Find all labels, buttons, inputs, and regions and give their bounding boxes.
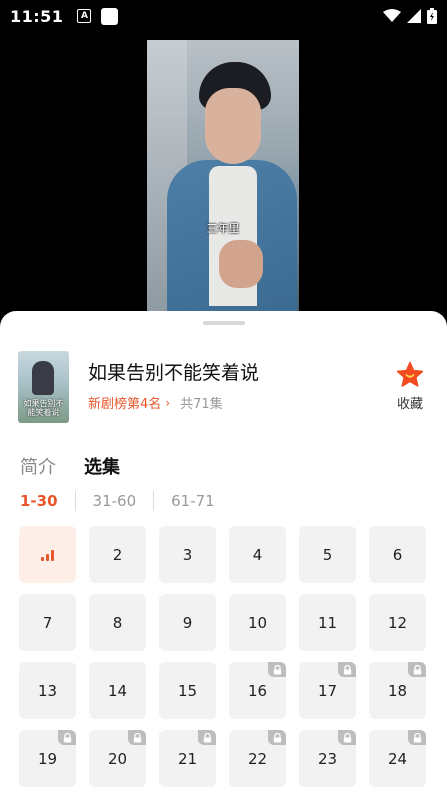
episode-number: 6 — [392, 545, 403, 564]
episode-tile[interactable]: 16 — [229, 662, 286, 719]
poster-figure — [32, 361, 54, 395]
episode-tile[interactable]: 9 — [159, 594, 216, 651]
video-player[interactable]: 三年里 — [147, 40, 299, 312]
episode-number: 7 — [42, 613, 53, 632]
battery-icon — [427, 8, 437, 24]
episode-tile[interactable]: 20 — [89, 730, 146, 787]
lock-icon — [408, 662, 426, 677]
video-figure-hand — [219, 240, 263, 288]
episode-tile[interactable] — [19, 526, 76, 583]
favorite-button[interactable]: 收藏 — [391, 361, 429, 412]
episode-number: 10 — [247, 613, 268, 632]
episode-range-selector: 1-30 31-60 61-71 — [20, 491, 215, 511]
episode-tile[interactable]: 10 — [229, 594, 286, 651]
chevron-right-icon: › — [165, 395, 171, 410]
range-divider — [74, 491, 76, 511]
episode-sheet: 如果告别不能笑着说 如果告别不能笑着说 新剧榜第4名 › 共71集 收藏 简介 … — [0, 311, 447, 794]
range-divider — [153, 491, 155, 511]
episode-number: 19 — [37, 749, 58, 768]
notification-app-icon — [101, 7, 119, 25]
episode-number: 21 — [177, 749, 198, 768]
status-bar: 11:51 A — [0, 0, 447, 32]
episode-tile[interactable]: 23 — [299, 730, 356, 787]
episode-number: 9 — [182, 613, 193, 632]
lock-icon — [198, 730, 216, 745]
lock-icon — [58, 730, 76, 745]
episode-number: 3 — [182, 545, 193, 564]
lock-icon — [338, 662, 356, 677]
lock-icon — [408, 730, 426, 745]
video-subtitle: 三年里 — [206, 222, 240, 235]
star-icon — [396, 361, 424, 387]
episode-number: 22 — [247, 749, 268, 768]
episode-tile[interactable]: 14 — [89, 662, 146, 719]
wifi-icon — [383, 9, 401, 22]
sheet-tabs: 简介 选集 — [20, 453, 120, 479]
drama-poster[interactable]: 如果告别不能笑着说 — [18, 351, 69, 423]
episode-number: 18 — [387, 681, 408, 700]
episode-tile[interactable]: 22 — [229, 730, 286, 787]
episode-tile[interactable]: 24 — [369, 730, 426, 787]
episode-number: 24 — [387, 749, 408, 768]
episode-number: 16 — [247, 681, 268, 700]
episode-number: 11 — [317, 613, 338, 632]
lock-icon — [338, 730, 356, 745]
episode-number: 14 — [107, 681, 128, 700]
sheet-drag-handle[interactable] — [203, 321, 245, 325]
episode-tile[interactable]: 7 — [19, 594, 76, 651]
episode-grid: 2 3 4 5 6 7 8 9 10 11 12 13 14 15 16 17 18 19 20 21 22 23 24 — [19, 526, 426, 787]
tab-intro[interactable]: 简介 — [20, 453, 56, 479]
signal-icon — [407, 9, 421, 23]
episode-number: 15 — [177, 681, 198, 700]
episode-number: 23 — [317, 749, 338, 768]
episode-tile[interactable]: 6 — [369, 526, 426, 583]
drama-meta: 新剧榜第4名 › 共71集 — [88, 393, 223, 413]
tab-episodes[interactable]: 选集 — [84, 453, 120, 479]
episode-number: 13 — [37, 681, 58, 700]
episode-tile[interactable]: 15 — [159, 662, 216, 719]
episode-number: 8 — [112, 613, 123, 632]
episode-tile[interactable]: 21 — [159, 730, 216, 787]
episode-tile[interactable]: 3 — [159, 526, 216, 583]
episode-number: 5 — [322, 545, 333, 564]
episode-tile[interactable]: 18 — [369, 662, 426, 719]
range-61-71[interactable]: 61-71 — [171, 492, 215, 510]
episode-tile[interactable]: 11 — [299, 594, 356, 651]
episode-tile[interactable]: 12 — [369, 594, 426, 651]
episode-number: 4 — [252, 545, 263, 564]
episode-tile[interactable]: 8 — [89, 594, 146, 651]
episode-number: 2 — [112, 545, 123, 564]
drama-info: 如果告别不能笑着说 如果告别不能笑着说 新剧榜第4名 › 共71集 收藏 — [18, 351, 429, 423]
favorite-label: 收藏 — [396, 397, 423, 412]
range-1-30[interactable]: 1-30 — [20, 492, 58, 510]
status-time: 11:51 — [10, 6, 64, 26]
drama-title: 如果告别不能笑着说 — [88, 362, 260, 384]
range-31-60[interactable]: 31-60 — [93, 492, 137, 510]
rank-link[interactable]: 新剧榜第4名 — [88, 393, 161, 412]
episode-tile[interactable]: 17 — [299, 662, 356, 719]
episode-tile[interactable]: 19 — [19, 730, 76, 787]
episode-number: 17 — [317, 681, 338, 700]
episode-number: 20 — [107, 749, 128, 768]
playing-bars-icon — [40, 549, 54, 561]
episode-count: 共71集 — [180, 397, 223, 412]
episode-number: 12 — [387, 613, 408, 632]
lock-icon — [268, 730, 286, 745]
lock-icon — [268, 662, 286, 677]
episode-tile[interactable]: 2 — [89, 526, 146, 583]
episode-tile[interactable]: 13 — [19, 662, 76, 719]
episode-tile[interactable]: 5 — [299, 526, 356, 583]
video-figure-face — [205, 88, 261, 164]
lock-icon — [128, 730, 146, 745]
poster-title-art: 如果告别不能笑着说 — [23, 399, 64, 417]
notification-a-icon: A — [77, 9, 92, 23]
episode-tile[interactable]: 4 — [229, 526, 286, 583]
